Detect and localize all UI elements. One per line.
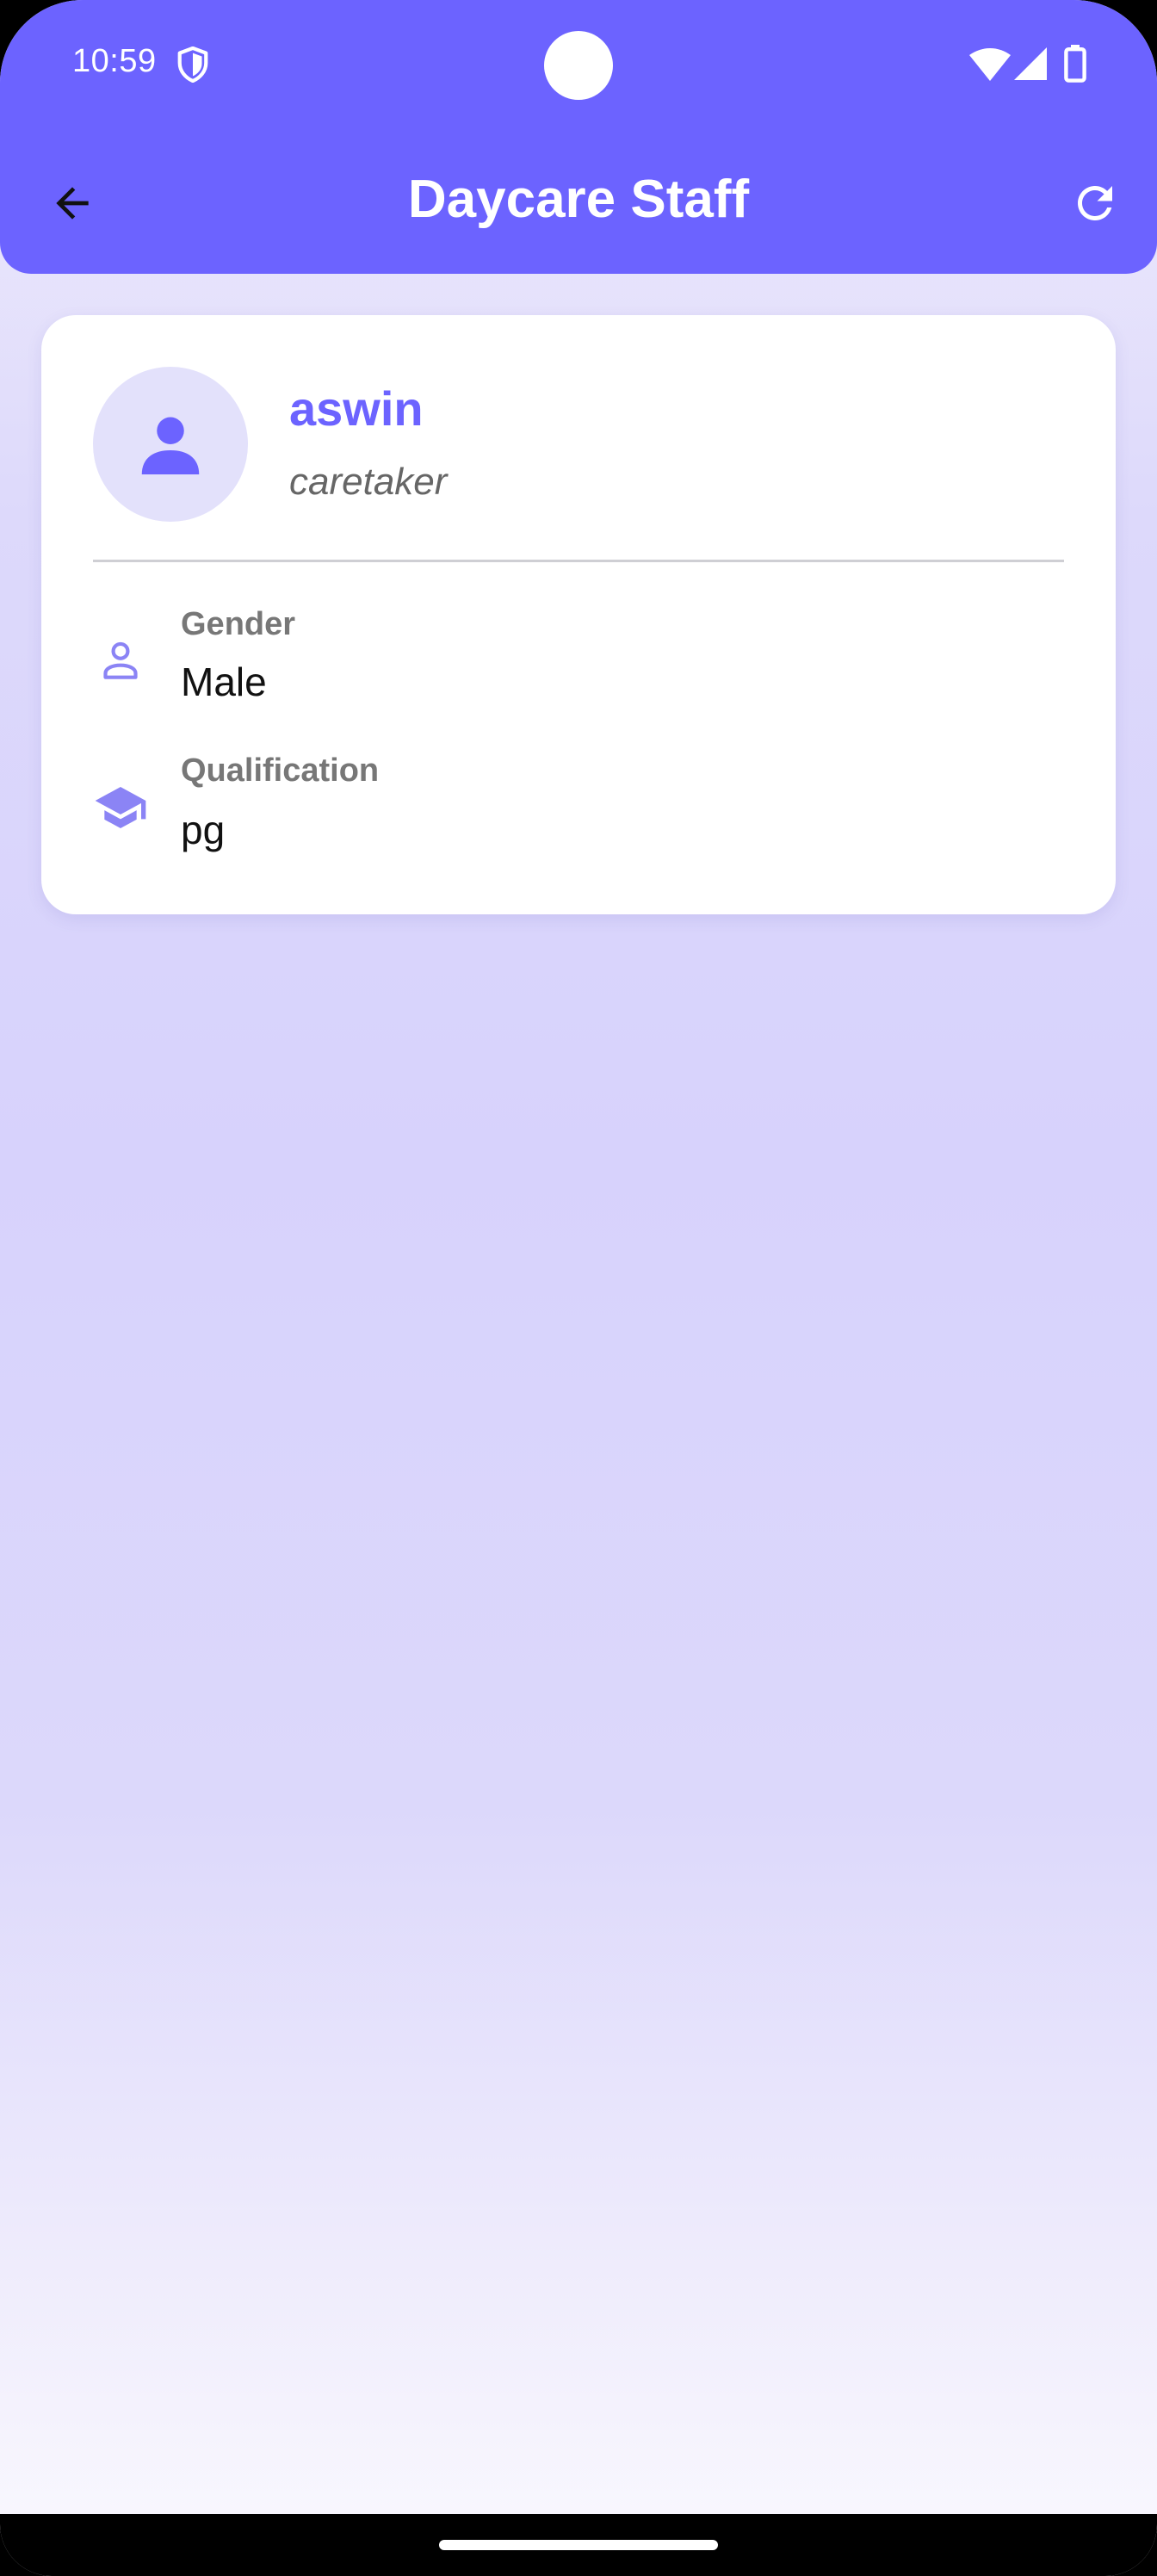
person-icon bbox=[141, 417, 200, 474]
signal-icon bbox=[1014, 47, 1047, 80]
battery-icon bbox=[1064, 45, 1086, 83]
graduation-cap-icon bbox=[93, 780, 148, 835]
staff-role: caretaker bbox=[289, 461, 448, 503]
gender-label: Gender bbox=[181, 606, 296, 642]
staff-name: aswin bbox=[289, 381, 424, 436]
person-outline-icon bbox=[93, 634, 148, 689]
camera-cutout bbox=[544, 31, 613, 100]
phone-screen: 10:59 Daycare Staff aswin caretaker Gend… bbox=[0, 0, 1157, 2576]
refresh-icon bbox=[1078, 186, 1112, 220]
status-time: 10:59 bbox=[72, 43, 157, 79]
qualification-value: pg bbox=[181, 808, 226, 852]
gender-value: Male bbox=[181, 659, 267, 704]
shield-icon bbox=[177, 46, 208, 83]
page-title: Daycare Staff bbox=[407, 170, 750, 229]
qualification-label: Qualification bbox=[181, 752, 380, 789]
wifi-icon bbox=[969, 48, 1011, 81]
staff-card: aswin caretaker Gender Male Qualificatio… bbox=[41, 315, 1116, 914]
divider bbox=[93, 560, 1064, 562]
avatar bbox=[93, 367, 248, 522]
home-indicator[interactable] bbox=[439, 2540, 718, 2550]
refresh-button[interactable] bbox=[1064, 172, 1126, 234]
app-header: 10:59 Daycare Staff bbox=[0, 0, 1157, 274]
